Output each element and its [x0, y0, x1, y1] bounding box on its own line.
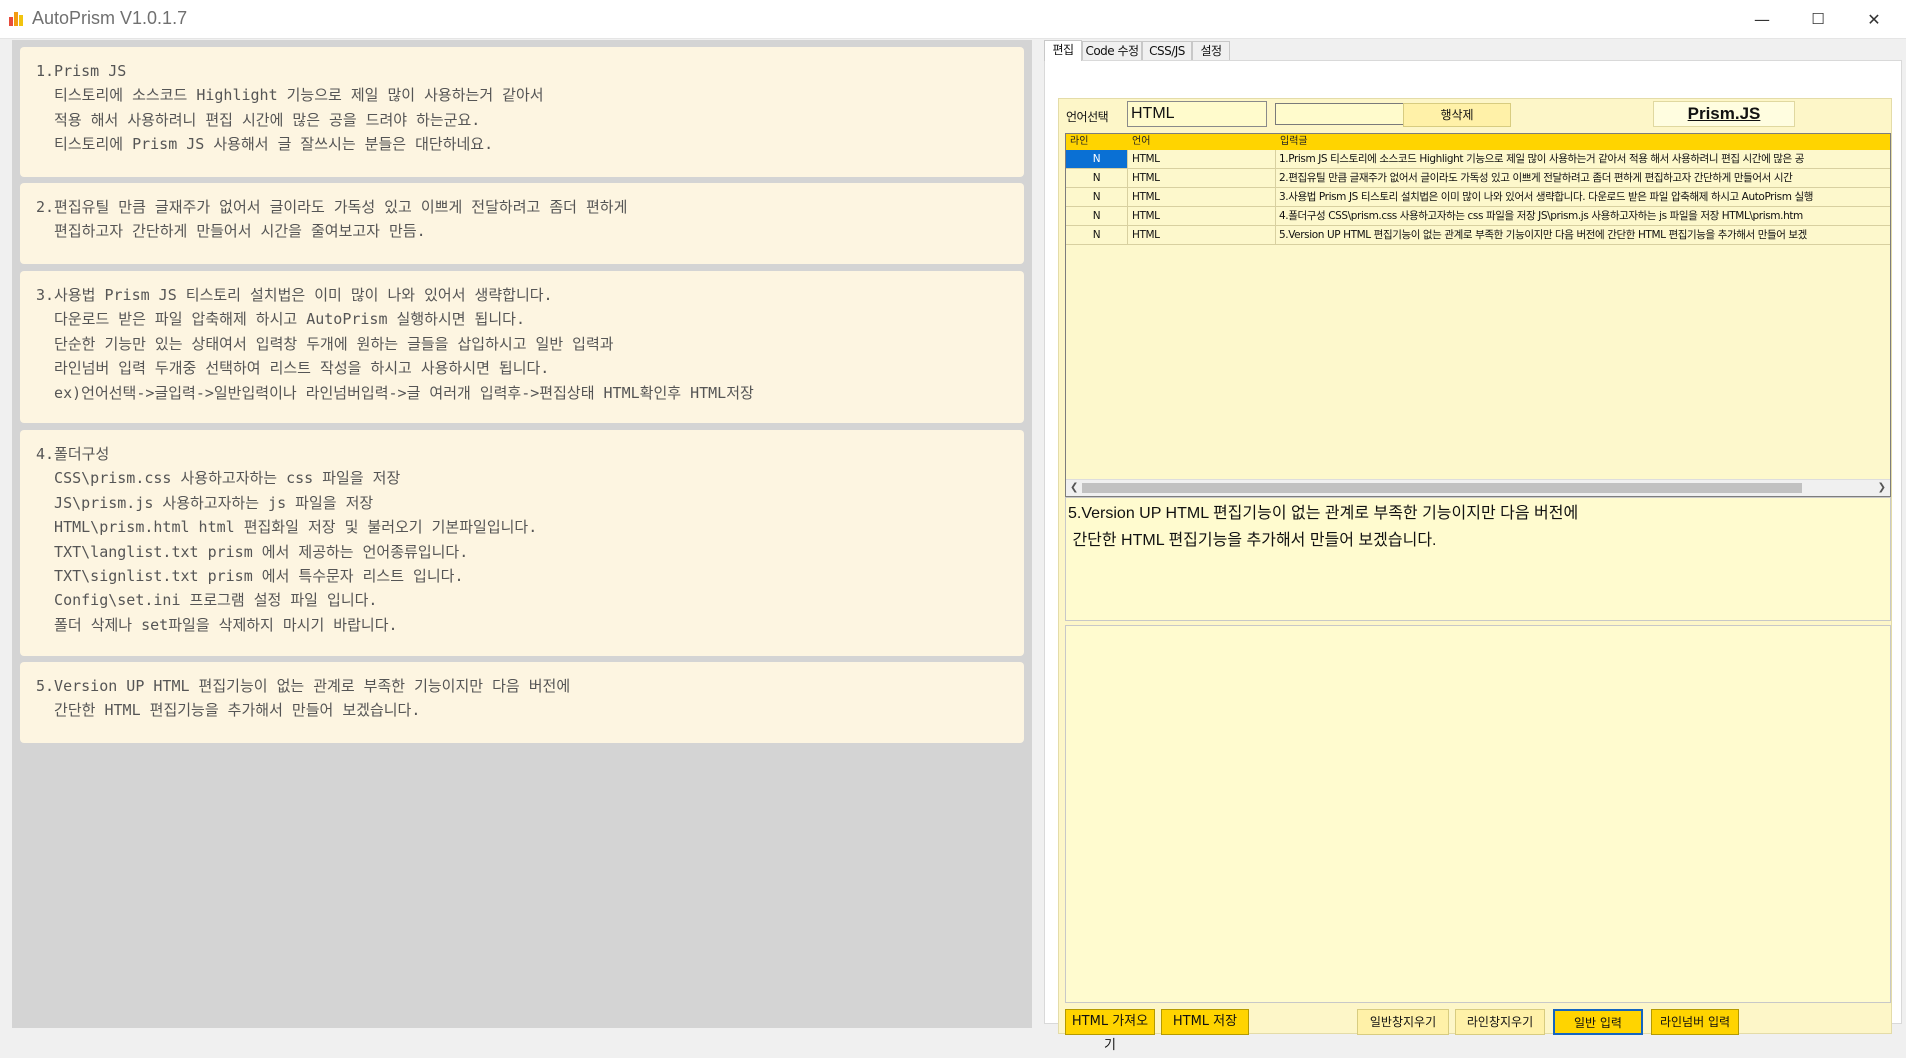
preview-card-4: 4.폴더구성 CSS\prism.css 사용하고자하는 css 파일을 저장 …: [20, 430, 1024, 656]
clear-normal-button[interactable]: 일반창지우기: [1357, 1009, 1449, 1035]
tab-settings[interactable]: 설정: [1192, 41, 1230, 60]
grid-header: 라인 언어 입력글: [1066, 134, 1890, 150]
cell-text: 4.폴더구성 CSS\prism.css 사용하고자하는 css 파일을 저장 …: [1276, 207, 1890, 226]
language-label: 언어선택: [1066, 110, 1109, 124]
title-bar: AutoPrism V1.0.1.7 — ☐ ✕: [0, 0, 1906, 39]
table-row[interactable]: N HTML 4.폴더구성 CSS\prism.css 사용하고자하는 css …: [1066, 207, 1890, 226]
edit-tab-panel: 언어선택 HTML ⌄ 행삭제 Prism.JS 라인 언어 입력글 N HTM…: [1044, 60, 1902, 1053]
cell-line: N: [1066, 226, 1128, 245]
window-title: AutoPrism V1.0.1.7: [32, 8, 188, 28]
sign-select[interactable]: ⌄: [1275, 103, 1417, 125]
html-load-button[interactable]: HTML 가져오기: [1065, 1009, 1155, 1053]
cell-text: 5.Version UP HTML 편집기능이 없는 관계로 부족한 기능이지만…: [1276, 226, 1890, 245]
language-input[interactable]: HTML: [1127, 101, 1267, 127]
prism-js-button[interactable]: Prism.JS: [1653, 101, 1795, 127]
preview-card-5: 5.Version UP HTML 편집기능이 없는 관계로 부족한 기능이지만…: [20, 662, 1024, 743]
cell-line: N: [1066, 188, 1128, 207]
table-row[interactable]: N HTML 3.사용법 Prism JS 티스토리 설치법은 이미 많이 나와…: [1066, 188, 1890, 207]
app-logo-icon: [8, 9, 26, 27]
line-number-input-textarea[interactable]: [1065, 625, 1891, 1003]
column-header-lang[interactable]: 언어: [1128, 134, 1276, 150]
horizontal-scrollbar[interactable]: ❮ ❯: [1066, 479, 1890, 496]
cell-line: N: [1066, 169, 1128, 188]
scrollbar-thumb[interactable]: [1082, 483, 1802, 493]
cell-line: N: [1066, 150, 1128, 169]
cell-text: 2.편집유틸 만큼 글재주가 없어서 글이라도 가독성 있고 이쁘게 전달하려고…: [1276, 169, 1890, 188]
editor-pane: 편집 Code 수정 CSS/JS 설정 언어선택 HTML ⌄ 행삭제 Pri…: [1040, 40, 1906, 1053]
tab-code-edit[interactable]: Code 수정: [1082, 41, 1142, 60]
normal-input-button[interactable]: 일반 입력: [1553, 1009, 1643, 1035]
preview-card-1: 1.Prism JS 티스토리에 소스코드 Highlight 기능으로 제일 …: [20, 47, 1024, 177]
table-row[interactable]: N HTML 1.Prism JS 티스토리에 소스코드 Highlight 기…: [1066, 150, 1890, 169]
normal-input-textarea[interactable]: 5.Version UP HTML 편집기능이 없는 관계로 부족한 기능이지만…: [1065, 497, 1891, 621]
delete-row-button[interactable]: 행삭제: [1403, 103, 1511, 127]
table-row[interactable]: N HTML 2.편집유틸 만큼 글재주가 없어서 글이라도 가독성 있고 이쁘…: [1066, 169, 1890, 188]
tab-css-js[interactable]: CSS/JS: [1142, 41, 1192, 60]
column-header-line[interactable]: 라인: [1066, 134, 1128, 150]
html-save-button[interactable]: HTML 저장: [1161, 1009, 1249, 1035]
preview-card-2: 2.편집유틸 만큼 글재주가 없어서 글이라도 가독성 있고 이쁘게 전달하려고…: [20, 183, 1024, 264]
cell-lang: HTML: [1128, 188, 1276, 207]
cell-lang: HTML: [1128, 207, 1276, 226]
cell-line: N: [1066, 207, 1128, 226]
preview-card-3: 3.사용법 Prism JS 티스토리 설치법은 이미 많이 나와 있어서 생략…: [20, 271, 1024, 423]
cell-lang: HTML: [1128, 169, 1276, 188]
cell-lang: HTML: [1128, 226, 1276, 245]
cell-text: 1.Prism JS 티스토리에 소스코드 Highlight 기능으로 제일 …: [1276, 150, 1890, 169]
scroll-right-icon[interactable]: ❯: [1878, 480, 1886, 496]
entry-grid[interactable]: 라인 언어 입력글 N HTML 1.Prism JS 티스토리에 소스코드 H…: [1065, 133, 1891, 497]
tab-edit[interactable]: 편집: [1044, 40, 1082, 61]
cell-text: 3.사용법 Prism JS 티스토리 설치법은 이미 많이 나와 있어서 생략…: [1276, 188, 1890, 207]
close-button[interactable]: ✕: [1846, 0, 1902, 38]
column-header-text[interactable]: 입력글: [1276, 134, 1890, 150]
line-number-input-button[interactable]: 라인넘버 입력: [1651, 1009, 1739, 1035]
minimize-button[interactable]: —: [1734, 0, 1790, 38]
scroll-left-icon[interactable]: ❮: [1070, 480, 1078, 496]
cell-lang: HTML: [1128, 150, 1276, 169]
preview-pane[interactable]: 1.Prism JS 티스토리에 소스코드 Highlight 기능으로 제일 …: [12, 40, 1032, 1028]
maximize-button[interactable]: ☐: [1790, 0, 1846, 38]
table-row[interactable]: N HTML 5.Version UP HTML 편집기능이 없는 관계로 부족…: [1066, 226, 1890, 245]
clear-line-button[interactable]: 라인창지우기: [1455, 1009, 1545, 1035]
